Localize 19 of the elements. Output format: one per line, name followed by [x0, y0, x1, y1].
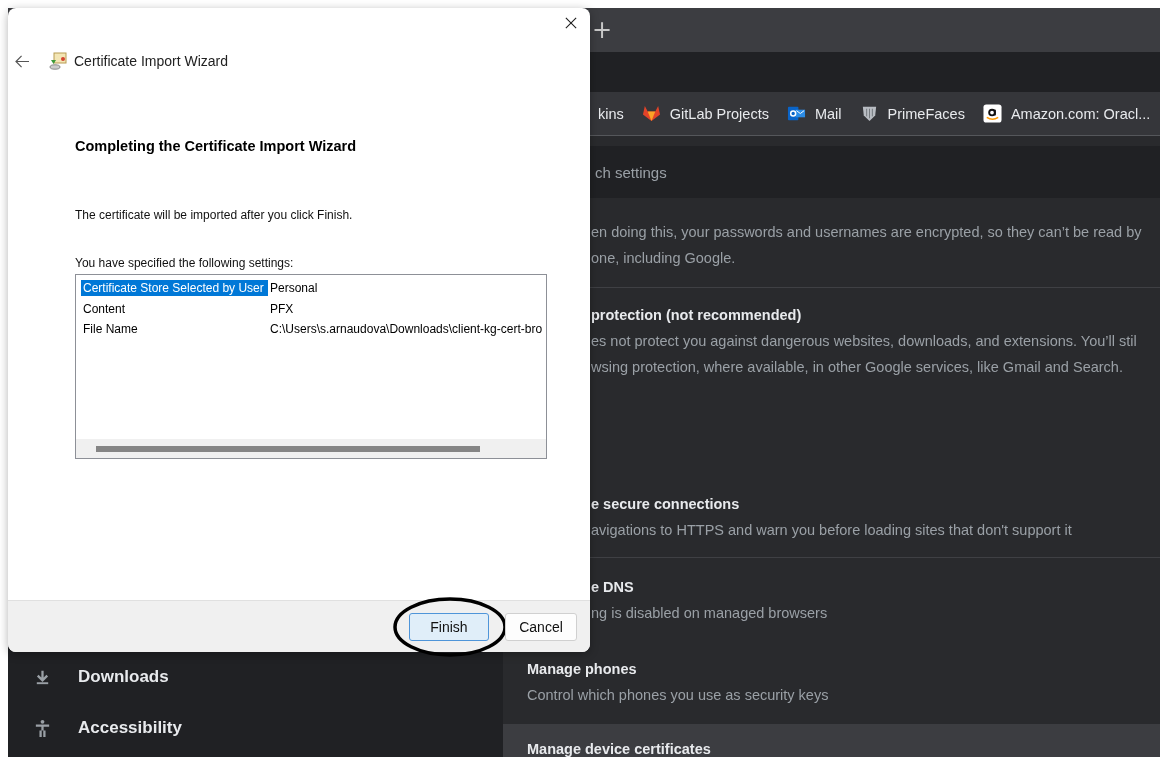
setting-description: one, including Google.	[591, 249, 737, 268]
setting-description: Control which phones you use as security keys	[527, 686, 830, 705]
setting-title: Manage device certificates	[527, 740, 712, 757]
setting-title: e DNS	[591, 578, 635, 597]
setting-value: PFX	[270, 301, 294, 316]
setting-title: protection (not recommended)	[591, 306, 803, 325]
settings-label: You have specified the following settings:	[75, 256, 295, 270]
setting-title: e secure connections	[591, 495, 741, 514]
wizard-heading: Completing the Certificate Import Wizard	[75, 138, 358, 154]
setting-description: ng is disabled on managed browsers	[591, 604, 829, 623]
dialog-title: Certificate Import Wizard	[74, 53, 229, 69]
setting-description: en doing this, your passwords and usernames are encrypted, so they can’t be read by	[591, 223, 1143, 242]
message-text: The certificate will be imported after you click Finish.	[75, 208, 354, 222]
setting-value: C:\Users\s.arnaudova\Downloads\client-kg-cert-bro	[270, 322, 543, 337]
setting-description: avigations to HTTPS and warn you before loading sites that don't support it	[591, 521, 1073, 540]
setting-description: wsing protection, where available, in other Google services, like Gmail and Search.	[591, 358, 1124, 377]
setting-description: es not protect you against dangerous websites, downloads, and extensions. You’ll stil	[591, 332, 1138, 351]
setting-value: Personal	[270, 281, 318, 296]
setting-title: Manage phones	[527, 660, 638, 679]
